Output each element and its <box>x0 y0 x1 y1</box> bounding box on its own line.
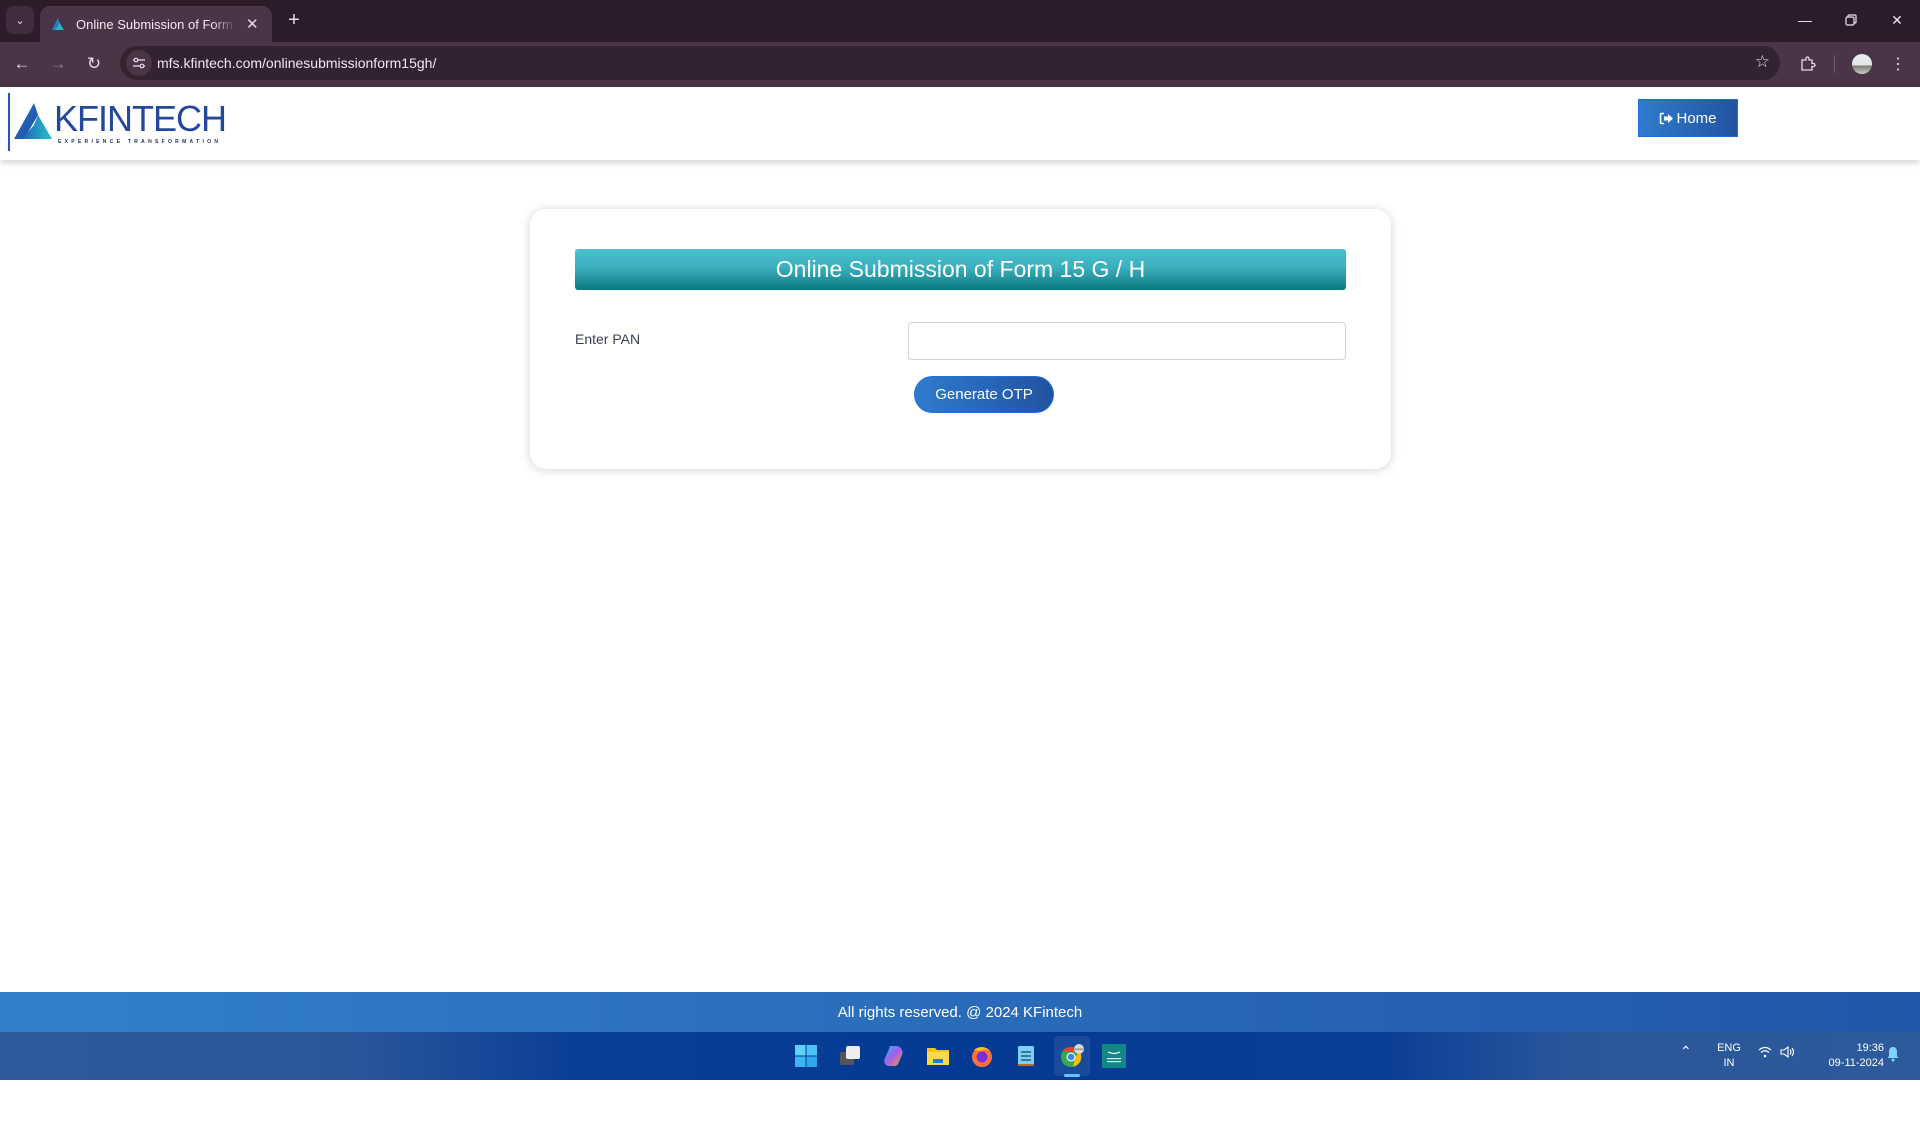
copilot-icon <box>884 1046 903 1066</box>
kebab-menu-icon: ⋮ <box>1890 56 1906 73</box>
restore-icon <box>1845 14 1857 26</box>
windows-start-icon <box>795 1045 817 1067</box>
active-app-indicator <box>1064 1074 1080 1077</box>
show-hidden-icons-button[interactable]: ⌃ <box>1680 1044 1692 1059</box>
kfintech-logo[interactable]: KFINTECH EXPERIENCE TRANSFORMATION <box>8 93 227 153</box>
kfintech-logo-mark-icon <box>14 103 52 139</box>
address-bar[interactable]: mfs.kfintech.com/onlinesubmissionform15g… <box>120 46 1780 80</box>
form-title: Online Submission of Form 15 G / H <box>575 249 1346 290</box>
taskbar-notepad[interactable] <box>1012 1042 1040 1070</box>
form-card: Online Submission of Form 15 G / H Enter… <box>530 209 1391 469</box>
generate-otp-label: Generate OTP <box>935 386 1033 403</box>
pan-label: Enter PAN <box>575 331 641 347</box>
copyright-text: All rights reserved. @ 2024 KFintech <box>837 1003 1083 1021</box>
home-button[interactable]: Home <box>1638 99 1738 137</box>
kfintech-favicon-icon <box>52 18 64 30</box>
notepad-icon <box>1018 1046 1034 1066</box>
clock-date: 09-11-2024 <box>1828 1057 1884 1069</box>
new-tab-button[interactable]: + <box>282 8 306 32</box>
close-icon: ✕ <box>1891 11 1903 28</box>
volume-button[interactable] <box>1780 1045 1796 1063</box>
page-viewport: KFINTECH EXPERIENCE TRANSFORMATION Home … <box>0 87 1920 1080</box>
tab-title: Online Submission of Form 15 G / H <box>76 16 236 32</box>
browser-tab-active[interactable]: Online Submission of Form 15 G / H ✕ <box>40 6 272 42</box>
profile-button[interactable] <box>1848 50 1876 78</box>
taskbar-chrome[interactable] <box>1058 1042 1086 1070</box>
taskbar-amazon-associates[interactable] <box>1100 1042 1128 1070</box>
wifi-icon <box>1758 1046 1772 1058</box>
tune-icon <box>133 57 145 69</box>
language-code: ENG <box>1717 1042 1741 1054</box>
browser-toolbar: ← → ↻ mfs.kfintech.com/onlinesubmissionf… <box>0 42 1920 87</box>
amazon-associates-icon <box>1102 1044 1126 1068</box>
puzzle-icon <box>1801 56 1816 71</box>
minimize-icon: — <box>1798 12 1812 28</box>
clock[interactable]: 19:36 09-11-2024 <box>1808 1041 1884 1071</box>
reload-icon: ↻ <box>86 54 102 73</box>
toolbar-divider <box>1834 55 1835 73</box>
back-button[interactable]: ← <box>8 50 36 78</box>
chrome-icon <box>1061 1044 1084 1067</box>
taskbar-file-explorer[interactable] <box>924 1042 952 1070</box>
chevron-up-icon: ⌃ <box>1680 1043 1692 1059</box>
arrow-left-icon: ← <box>13 54 31 73</box>
taskbar-task-view[interactable] <box>836 1042 864 1070</box>
site-header: KFINTECH EXPERIENCE TRANSFORMATION Home <box>0 87 1920 160</box>
network-button[interactable] <box>1758 1046 1772 1063</box>
home-button-label: Home <box>1676 109 1717 127</box>
browser-tab-strip: ⌄ Online Submission of Form 15 G / H ✕ +… <box>0 0 1920 42</box>
chevron-down-icon: ⌄ <box>15 14 25 27</box>
arrow-right-icon: → <box>49 54 67 73</box>
browser-menu-button[interactable]: ⋮ <box>1884 50 1912 78</box>
windows-taskbar: ⌃ ENG IN 19:36 09-11-2024 <box>0 1032 1920 1080</box>
generate-otp-button[interactable]: Generate OTP <box>914 376 1054 413</box>
site-footer: All rights reserved. @ 2024 KFintech <box>0 992 1920 1032</box>
reload-button[interactable]: ↻ <box>80 50 108 78</box>
url-text[interactable]: mfs.kfintech.com/onlinesubmissionform15g… <box>157 55 436 71</box>
close-window-button[interactable]: ✕ <box>1882 8 1912 32</box>
logo-tagline: EXPERIENCE TRANSFORMATION <box>58 139 222 145</box>
clock-time: 19:36 <box>1856 1042 1884 1054</box>
minimize-button[interactable]: — <box>1790 8 1820 32</box>
restore-button[interactable] <box>1836 8 1866 32</box>
close-tab-icon[interactable]: ✕ <box>246 15 259 33</box>
forward-button[interactable]: → <box>44 50 72 78</box>
tab-search-button[interactable]: ⌄ <box>6 6 34 34</box>
bookmark-star-icon[interactable]: ☆ <box>1755 52 1770 72</box>
taskbar-start[interactable] <box>792 1042 820 1070</box>
logo-divider <box>8 93 10 151</box>
avatar <box>1852 54 1872 74</box>
site-info-button[interactable] <box>126 50 152 76</box>
pan-input[interactable] <box>908 322 1346 360</box>
folder-icon <box>927 1048 949 1065</box>
region-code: IN <box>1723 1057 1735 1069</box>
taskbar-firefox[interactable] <box>968 1042 996 1070</box>
firefox-icon <box>972 1047 992 1067</box>
taskbar-copilot[interactable] <box>880 1042 908 1070</box>
notifications-button[interactable] <box>1886 1046 1900 1067</box>
logo-wordmark: KFINTECH <box>54 98 227 139</box>
speaker-icon <box>1780 1045 1795 1059</box>
language-indicator[interactable]: ENG IN <box>1716 1041 1742 1071</box>
plus-icon: + <box>288 8 300 31</box>
bell-icon <box>1887 1047 1899 1062</box>
sign-out-icon <box>1660 112 1674 124</box>
extensions-button[interactable] <box>1794 50 1822 78</box>
task-view-icon <box>840 1046 860 1065</box>
